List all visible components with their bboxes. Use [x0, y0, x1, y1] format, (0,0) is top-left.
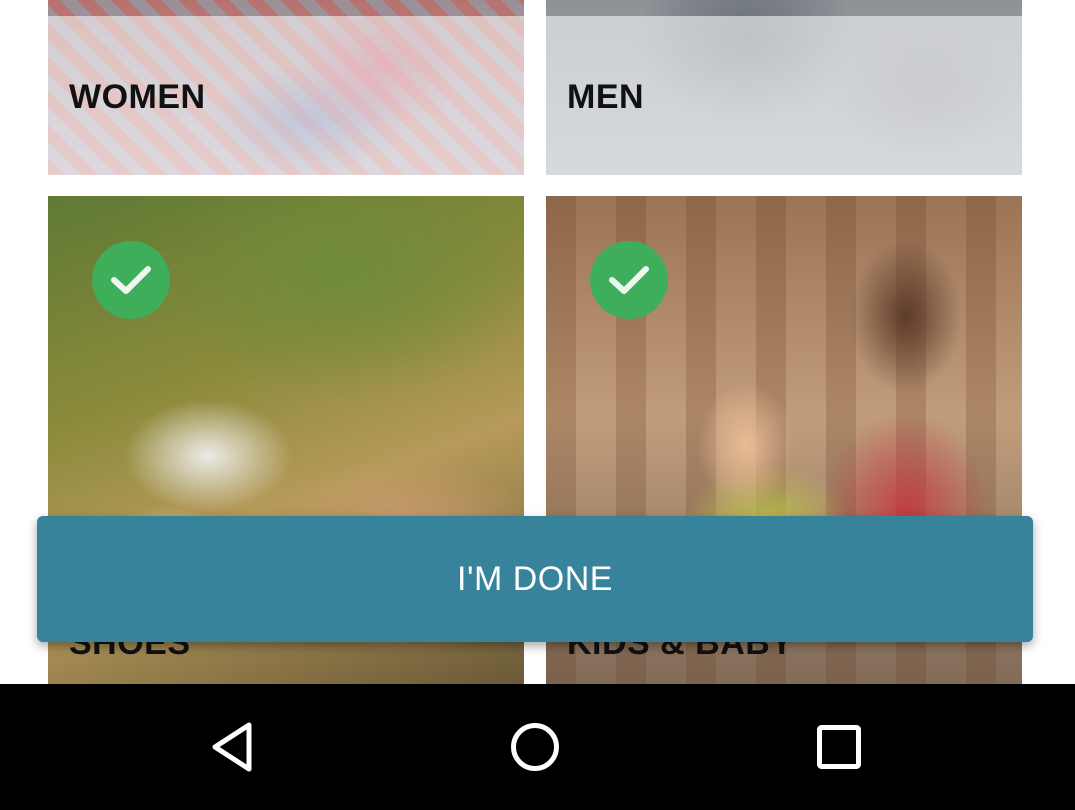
category-tile-men[interactable]: MEN — [546, 0, 1022, 175]
done-button[interactable]: I'M DONE — [37, 516, 1033, 642]
home-icon[interactable] — [509, 721, 561, 773]
check-icon — [590, 241, 668, 319]
category-tile-women[interactable]: WOMEN — [48, 0, 524, 175]
check-icon — [92, 241, 170, 319]
category-label-women: WOMEN — [69, 78, 206, 116]
recents-icon[interactable] — [813, 721, 865, 773]
category-label-men: MEN — [567, 78, 645, 116]
back-icon[interactable] — [207, 721, 259, 773]
android-nav-bar — [0, 684, 1075, 810]
